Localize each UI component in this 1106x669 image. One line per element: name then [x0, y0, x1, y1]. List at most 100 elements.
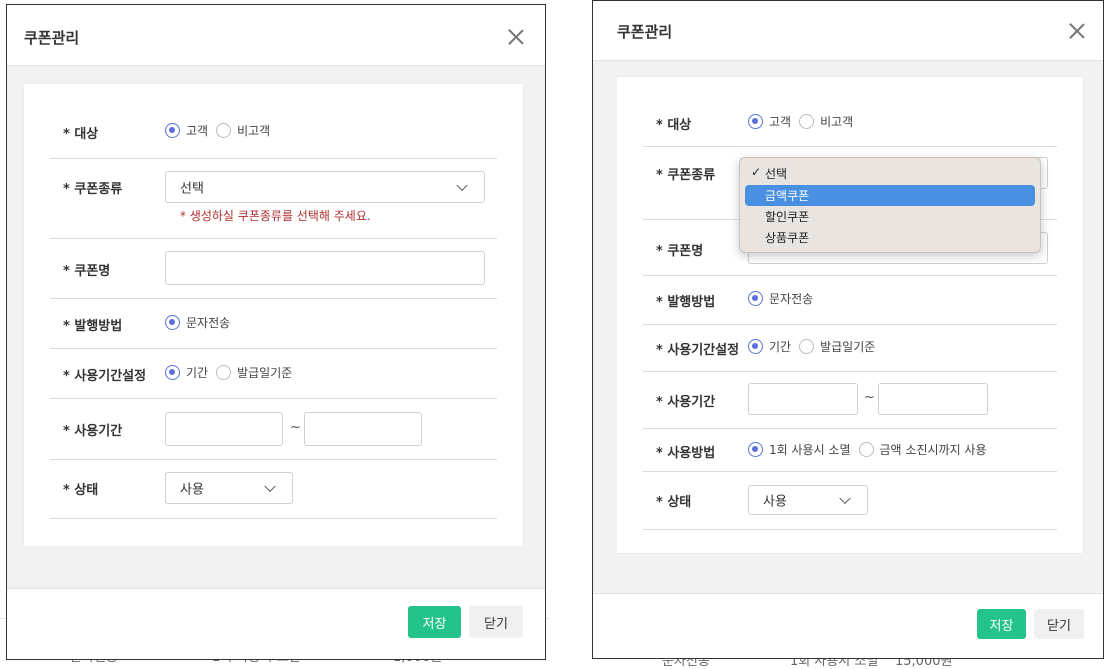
- field-label: * 발행방법: [63, 319, 123, 334]
- coupon-type-select[interactable]: 선택: [165, 171, 485, 203]
- select-value: 선택: [180, 181, 204, 197]
- radio-label: 고객: [769, 115, 792, 129]
- field-label: * 쿠폰종류: [656, 168, 716, 183]
- modal-title: 쿠폰관리: [617, 23, 673, 41]
- radio-label: 발급일기준: [237, 366, 293, 380]
- row-usage-method: * 사용방법 1회 사용시 소멸 금액 소진시까지 사용: [643, 428, 1057, 472]
- radio-label: 발급일기준: [820, 340, 876, 354]
- radio-label: 문자전송: [769, 292, 814, 306]
- row-period: * 사용기간 ~: [643, 371, 1057, 429]
- period-start-input[interactable]: [165, 412, 283, 446]
- field-label: * 사용기간: [63, 424, 123, 439]
- chevron-down-icon: [456, 179, 468, 192]
- usage-method-radio-group: 1회 사용시 소멸 금액 소진시까지 사용: [748, 441, 987, 458]
- coupon-modal-right: 쿠폰관리 * 대상 고객 비고객 * 쿠폰종류 * 쿠폰명 * 발행방법 문자전…: [592, 0, 1104, 659]
- row-target: * 대상 고객 비고객: [50, 84, 497, 159]
- coupon-name-input[interactable]: [165, 251, 485, 285]
- row-issue-method: * 발행방법 문자전송: [50, 298, 497, 349]
- field-label: * 쿠폰명: [63, 264, 111, 279]
- modal-body: * 대상 고객 비고객 * 쿠폰종류 * 쿠폰명 * 발행방법 문자전송 * 사…: [593, 60, 1103, 594]
- row-period-setting: * 사용기간설정 기간 발급일기준: [643, 324, 1057, 372]
- row-coupon-type: * 쿠폰종류 선택 * 생성하실 쿠폰종류를 선택해 주세요.: [50, 158, 497, 239]
- radio-issue-date[interactable]: [799, 339, 815, 354]
- field-label: * 쿠폰종류: [63, 182, 123, 197]
- field-label: * 사용기간: [656, 395, 716, 410]
- radio-label: 1회 사용시 소멸: [769, 443, 851, 457]
- field-label: * 대상: [63, 127, 99, 142]
- dropdown-option[interactable]: 할인쿠폰: [745, 206, 1035, 227]
- modal-body: * 대상 고객 비고객 * 쿠폰종류 선택 * 생성하실 쿠폰종류를 선택해 주…: [7, 65, 545, 589]
- close-icon[interactable]: [508, 29, 524, 45]
- save-button[interactable]: 저장: [977, 609, 1026, 639]
- radio-non-customer[interactable]: [799, 114, 815, 129]
- radio-period[interactable]: [165, 365, 180, 380]
- target-radio-group: 고객 비고객: [165, 122, 270, 139]
- close-icon[interactable]: [1069, 23, 1085, 39]
- form-card: * 대상 고객 비고객 * 쿠폰종류 * 쿠폰명 * 발행방법 문자전송 * 사…: [617, 77, 1083, 553]
- field-label: * 대상: [656, 118, 692, 133]
- coupon-modal-left: 쿠폰관리 * 대상 고객 비고객 * 쿠폰종류 선택 * 생성하실 쿠폰종류를 …: [6, 4, 546, 660]
- period-start-input[interactable]: [748, 383, 858, 415]
- radio-single-use[interactable]: [748, 442, 763, 457]
- chevron-down-icon: [264, 480, 276, 493]
- radio-sms[interactable]: [165, 315, 180, 330]
- radio-sms[interactable]: [748, 291, 763, 306]
- select-value: 사용: [763, 494, 787, 510]
- status-select[interactable]: 사용: [748, 485, 868, 515]
- close-button[interactable]: 닫기: [469, 606, 523, 638]
- status-select[interactable]: 사용: [165, 472, 293, 504]
- radio-label: 고객: [186, 124, 209, 138]
- dropdown-option[interactable]: ✓ 선택: [745, 163, 1035, 184]
- close-button[interactable]: 닫기: [1034, 609, 1084, 639]
- row-coupon-name: * 쿠폰명: [50, 238, 497, 299]
- field-label: * 발행방법: [656, 295, 716, 310]
- row-issue-method: * 발행방법 문자전송: [643, 275, 1057, 325]
- radio-until-exhausted[interactable]: [858, 442, 874, 457]
- issue-method-radio-group: 문자전송: [748, 290, 813, 307]
- dropdown-option-highlighted[interactable]: 금액쿠폰: [745, 185, 1035, 206]
- radio-label: 기간: [769, 340, 792, 354]
- row-target: * 대상 고객 비고객: [643, 77, 1057, 147]
- coupon-type-error: * 생성하실 쿠폰종류를 선택해 주세요.: [180, 209, 371, 223]
- checkmark-icon: ✓: [751, 165, 762, 179]
- issue-method-radio-group: 문자전송: [165, 314, 230, 331]
- modal-title: 쿠폰관리: [24, 29, 80, 47]
- period-separator: ~: [290, 420, 301, 435]
- radio-label: 금액 소진시까지 사용: [879, 443, 987, 457]
- select-value: 사용: [180, 482, 204, 498]
- row-status: * 상태 사용: [643, 471, 1057, 530]
- field-label: * 상태: [63, 483, 99, 498]
- save-button[interactable]: 저장: [408, 606, 461, 638]
- coupon-type-dropdown: ✓ 선택 금액쿠폰 할인쿠폰 상품쿠폰: [739, 157, 1041, 253]
- field-label: * 사용방법: [656, 446, 716, 461]
- field-label: * 쿠폰명: [656, 244, 704, 259]
- period-end-input[interactable]: [878, 383, 988, 415]
- option-label: 상품쿠폰: [765, 231, 810, 245]
- option-label: 선택: [765, 167, 788, 181]
- dropdown-option[interactable]: 상품쿠폰: [745, 227, 1035, 248]
- field-label: * 상태: [656, 495, 692, 510]
- radio-customer[interactable]: [165, 123, 180, 138]
- option-label: 금액쿠폰: [765, 189, 810, 203]
- field-label: * 사용기간설정: [63, 369, 147, 384]
- chevron-down-icon: [839, 492, 851, 505]
- period-setting-radio-group: 기간 발급일기준: [748, 338, 875, 355]
- row-status: * 상태 사용: [50, 459, 497, 519]
- radio-label: 비고객: [820, 115, 854, 129]
- target-radio-group: 고객 비고객: [748, 113, 853, 130]
- row-period-setting: * 사용기간설정 기간 발급일기준: [50, 348, 497, 399]
- radio-customer[interactable]: [748, 114, 763, 129]
- row-period: * 사용기간 ~: [50, 398, 497, 460]
- period-separator: ~: [864, 390, 875, 405]
- option-label: 할인쿠폰: [765, 210, 810, 224]
- radio-issue-date[interactable]: [216, 365, 232, 380]
- radio-non-customer[interactable]: [216, 123, 232, 138]
- radio-label: 문자전송: [186, 316, 231, 330]
- radio-label: 비고객: [237, 124, 271, 138]
- form-card: * 대상 고객 비고객 * 쿠폰종류 선택 * 생성하실 쿠폰종류를 선택해 주…: [24, 84, 523, 546]
- radio-label: 기간: [186, 366, 209, 380]
- period-end-input[interactable]: [304, 412, 422, 446]
- field-label: * 사용기간설정: [656, 343, 740, 358]
- radio-period[interactable]: [748, 339, 763, 354]
- period-setting-radio-group: 기간 발급일기준: [165, 364, 292, 381]
